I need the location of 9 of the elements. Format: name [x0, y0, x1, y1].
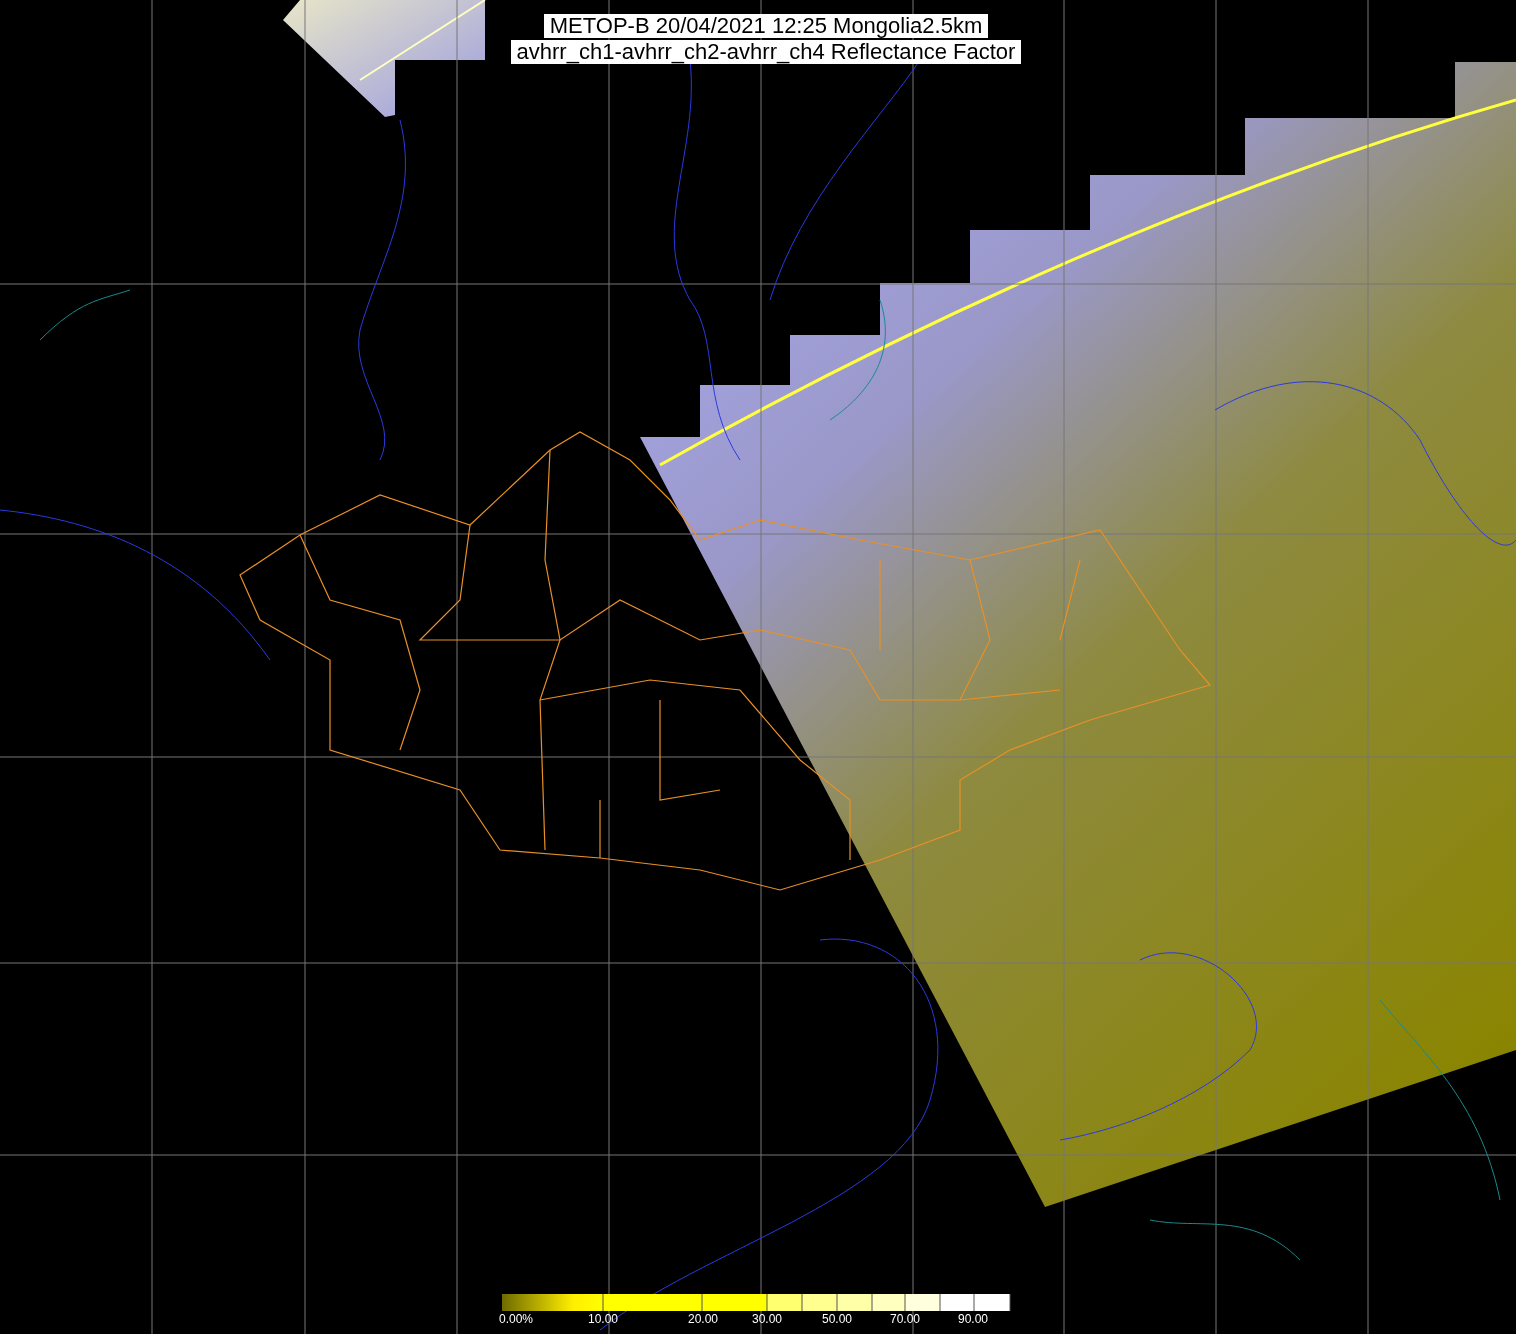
map-title: avhrr_ch1-avhrr_ch2-avhrr_ch4 Reflectance Factor	[510, 40, 1022, 64]
scale-label: 50.00	[822, 1312, 853, 1326]
scale-label: 10.00	[588, 1312, 619, 1326]
scale-label: 30.00	[752, 1312, 783, 1326]
scale-label: 0.00%	[499, 1312, 534, 1326]
scale-label: 90.00	[958, 1312, 989, 1326]
scale-label: 20.00	[688, 1312, 719, 1326]
map-title: METOP-B 20/04/2021 12:25 Mongolia2.5km	[543, 14, 989, 38]
scale-label: 70.00	[890, 1312, 921, 1326]
